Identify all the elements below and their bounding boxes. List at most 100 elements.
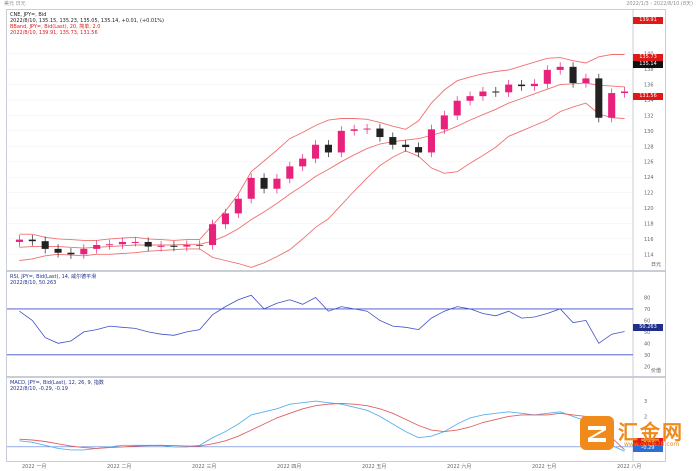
candle-body [427, 129, 435, 153]
candle-body [131, 241, 139, 243]
lower-band-tag: 131.56 [633, 93, 663, 100]
price-panel[interactable]: 1401381361341321301281261241221201181161… [6, 9, 666, 271]
rsi-header: RSI, JPY=, Bid(Last), 14, 威尔德平滑 2022/8/1… [10, 274, 96, 286]
candle-body [144, 241, 152, 247]
bband-upper-line [19, 54, 625, 241]
candle-body [196, 245, 204, 247]
candle-body [556, 66, 564, 70]
x-axis: 2022 一月 2022 二月 2022 三月 2022 四月 2022 五月 2022 … [6, 462, 641, 471]
mid-band-tag: 135.73 [633, 54, 663, 61]
bband-header-values: 2022/8/10, 139.91, 135.73, 131.56 [10, 30, 98, 36]
candle-body [299, 158, 307, 167]
price-y-tick: 116 [644, 237, 654, 243]
candle-body [363, 128, 371, 130]
price-y-tick: 136 [644, 83, 654, 89]
price-chart[interactable]: 1401381361341321301281261241221201181161… [7, 10, 665, 270]
rsi-y-tick: 30 [644, 353, 650, 359]
candle-body [106, 244, 114, 246]
candle-body [466, 96, 474, 101]
candle-body [221, 213, 229, 225]
candle-body [41, 241, 49, 249]
price-y-tick: 128 [644, 144, 654, 150]
candle-body [479, 91, 487, 97]
price-unit-label: 日元 [650, 262, 661, 268]
candle-body [518, 84, 526, 87]
candle-body [118, 241, 126, 245]
candle-body [260, 177, 268, 189]
price-y-tick: 138 [644, 67, 654, 73]
macd-signal-line [19, 402, 625, 451]
x-axis-month-label: 2022 二月 [107, 464, 132, 470]
rsi-y-tick: 70 [644, 307, 650, 313]
x-axis-month-label: 2022 六月 [447, 464, 472, 470]
candle-body [402, 144, 410, 148]
candle-body [15, 239, 23, 242]
candle-body [234, 198, 242, 214]
macd-line [19, 400, 625, 452]
rsi-line [19, 294, 625, 344]
top-strip: 美元 日元 2022/1/3 - 2022/8/10 (8天) [0, 0, 699, 8]
price-y-tick: 132 [644, 113, 654, 119]
candle-body [324, 144, 332, 153]
candle-body [530, 83, 538, 87]
x-axis-month-label: 2022 八月 [617, 464, 642, 470]
price-y-tick: 130 [644, 129, 654, 135]
candle-body [209, 224, 217, 246]
candle-body [505, 84, 513, 93]
candle-body [170, 245, 178, 247]
symbol-title: 美元 日元 [4, 1, 26, 7]
candle-body [183, 245, 191, 247]
rsi-y-tick: 20 [644, 364, 650, 370]
candle-body [376, 128, 384, 138]
date-range: 2022/1/3 - 2022/8/10 (8天) [626, 1, 693, 7]
candle-body [54, 248, 62, 253]
rsi-panel[interactable]: 80 70 60 50 40 30 20 RSI, JPY=, Bid(Last), 14,… [6, 271, 666, 377]
candle-body [312, 144, 320, 159]
price-y-tick: 118 [644, 221, 654, 227]
macd-panel[interactable]: 3210 MACD, JPY=, Bid(Last), 12, 26, 9, 指… [6, 377, 666, 462]
price-header: CNE, JPY=, Bid 2022/8/10, 135.15, 135.23… [10, 12, 164, 36]
candle-body [286, 166, 294, 179]
candle-body [453, 100, 461, 116]
candle-body [28, 239, 36, 242]
candle-body [608, 93, 616, 118]
candle-body [440, 115, 448, 130]
rsi-y-tick: 80 [644, 295, 650, 301]
candle-body [492, 91, 500, 93]
candle-body [621, 91, 629, 94]
rsi-unit-label: 价值 [650, 368, 661, 374]
rsi-header-value: 2022/8/10, 50.263 [10, 280, 57, 286]
x-axis-month-label: 2022 五月 [362, 464, 387, 470]
price-y-tick: 122 [644, 191, 654, 197]
rsi-value-tag: 50.263 [633, 324, 663, 331]
price-y-tick: 126 [644, 160, 654, 166]
candle-body [80, 248, 88, 255]
logo-url-text: www.gold678.com [624, 441, 680, 448]
rsi-chart[interactable]: 80706050403020 [7, 272, 665, 376]
macd-y-tick: 3 [644, 399, 647, 405]
rsi-y-tick: 40 [644, 341, 650, 347]
candle-body [247, 177, 255, 199]
price-y-tick: 124 [644, 175, 654, 181]
candle-body [569, 66, 577, 84]
price-y-tick: 114 [644, 252, 654, 258]
chart-window: { "window": { "symbol_cn": "美元 日元", "ran… [0, 0, 699, 471]
candle-body [157, 245, 165, 247]
candle-body [273, 178, 281, 189]
candle-body [93, 245, 101, 249]
candle-body [389, 137, 397, 145]
macd-chart[interactable]: 3210 [7, 378, 665, 461]
x-axis-month-label: 2022 七月 [532, 464, 557, 470]
x-axis-month-label: 2022 四月 [277, 464, 302, 470]
x-axis-month-label: 2022 一月 [22, 464, 47, 470]
upper-band-tag: 139.91 [633, 17, 663, 24]
candle-body [350, 129, 358, 131]
price-y-tick: 120 [644, 206, 654, 212]
macd-header: MACD, JPY=, Bid(Last), 12, 26, 9, 指数 202… [10, 380, 104, 392]
candle-body [595, 78, 603, 118]
candle-body [415, 147, 423, 153]
candle-body [543, 69, 551, 84]
x-axis-month-label: 2022 三月 [192, 464, 217, 470]
macd-header-values: 2022/8/10, -0.29, -0.19 [10, 386, 68, 392]
bband-lower-line [19, 102, 625, 268]
